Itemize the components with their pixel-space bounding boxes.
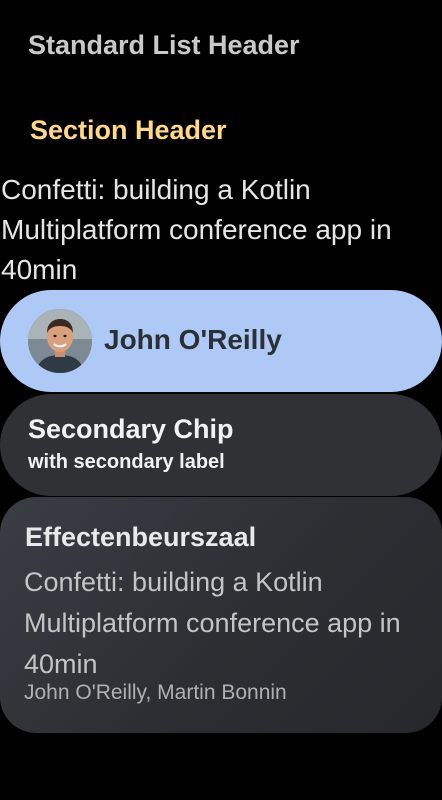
- secondary-chip-secondary-label: with secondary label: [28, 451, 225, 473]
- section-header: Section Header: [30, 115, 227, 145]
- avatar: [28, 309, 92, 373]
- speaker-chip[interactable]: John O'Reilly: [0, 290, 442, 392]
- card-speakers: John O'Reilly, Martin Bonnin: [24, 681, 287, 704]
- list-header: Standard List Header: [28, 30, 300, 60]
- secondary-chip-label: Secondary Chip: [28, 414, 234, 444]
- card-room-title: Effectenbeurszaal: [25, 522, 257, 552]
- speaker-name-label: John O'Reilly: [104, 324, 282, 355]
- session-card[interactable]: Effectenbeurszaal Confetti: building a K…: [0, 497, 442, 733]
- session-title-text: Confetti: building a Kotlin Multiplatfor…: [1, 174, 392, 285]
- secondary-chip[interactable]: Secondary Chip with secondary label: [0, 394, 442, 496]
- avatar-photo-icon: [28, 309, 92, 373]
- card-session-title: Confetti: building a Kotlin Multiplatfor…: [24, 567, 401, 679]
